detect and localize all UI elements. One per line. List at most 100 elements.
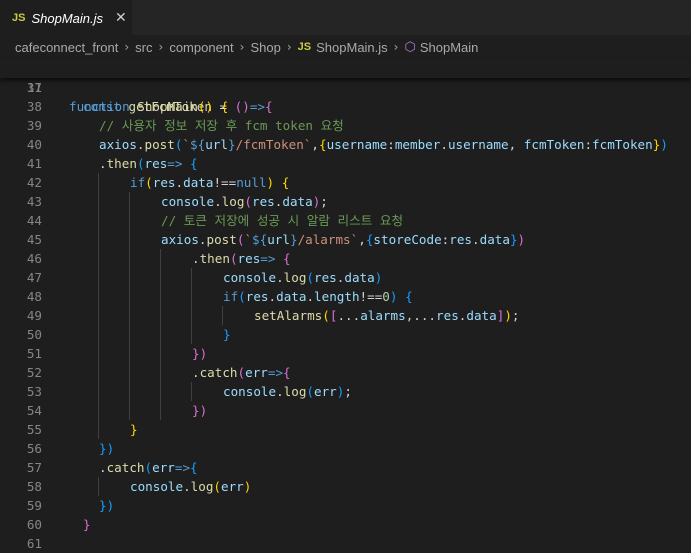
code-token: if (223, 289, 239, 304)
line-number: 42 (26, 175, 42, 190)
code-token: console (223, 384, 277, 399)
code-token: catch (106, 460, 145, 475)
code-token: storeCode (373, 232, 442, 247)
code-token: { (190, 460, 198, 475)
code-token: ( (237, 365, 246, 380)
code-line: 61 (0, 534, 691, 553)
code-text: .then(res=> { (192, 249, 291, 268)
code-token: err (152, 460, 175, 475)
tab-shopmain-js[interactable]: JS ShopMain.js ✕ (0, 0, 132, 35)
line-number: 60 (26, 517, 42, 532)
code-token: . (198, 232, 207, 247)
sticky-line: 11 function ShopMain() { (0, 59, 691, 114)
code-token: data (479, 232, 510, 247)
code-token: post (144, 137, 175, 152)
indent-guide (98, 306, 99, 325)
code-line: 46 .then(res=> { (0, 249, 691, 268)
indent-guide (98, 401, 99, 420)
code-token: data (344, 270, 375, 285)
code-line: 42 if(res.data!==null) { (0, 173, 691, 192)
code-token: ${ (190, 137, 206, 152)
code-token: { (190, 156, 198, 171)
code-line: 43 console.log(res.data); (0, 192, 691, 211)
code-editor[interactable]: 37 38 const getFcmToken = ()=>{39// 사용자 정보… (0, 78, 691, 553)
breadcrumb-item-project[interactable]: cafeconnect_front (15, 40, 118, 55)
line-number: 58 (26, 479, 42, 494)
line-number: 41 (26, 156, 42, 171)
breadcrumb-item-symbol[interactable]: ShopMain (420, 40, 479, 55)
code-token: ,... (405, 308, 437, 323)
line-number: 52 (26, 365, 42, 380)
chevron-right-icon: › (158, 40, 164, 54)
code-token: . (192, 365, 200, 380)
code-token: username (447, 137, 509, 152)
line-number: 53 (26, 384, 42, 399)
indent-guide (98, 344, 99, 363)
code-token: . (440, 137, 448, 152)
code-token: ` (182, 137, 191, 152)
breadcrumb-item-shop[interactable]: Shop (250, 40, 280, 55)
code-token: fcmToken (592, 137, 653, 152)
code-token: () (234, 99, 250, 114)
line-number: 40 (26, 137, 42, 152)
code-line: 47 console.log(res.data) (0, 268, 691, 287)
code-token: { (283, 365, 291, 380)
indent-guide (98, 173, 99, 192)
close-icon[interactable]: ✕ (115, 10, 127, 26)
line-number: 50 (26, 327, 42, 342)
code-token: { (265, 99, 273, 114)
code-token: } (223, 327, 231, 342)
breadcrumb: cafeconnect_front › src › component › Sh… (0, 35, 691, 59)
code-line: 54}) (0, 401, 691, 420)
indent-guide (160, 325, 161, 344)
sticky-code-text: function ShopMain() { (69, 97, 228, 116)
sticky-scroll-header[interactable]: 11 function ShopMain() { (0, 59, 691, 114)
code-line: 41 .then(res=> { (0, 154, 691, 173)
indent-guide (160, 306, 161, 325)
code-token: ( (213, 479, 222, 494)
code-token: ; (320, 194, 328, 209)
indent-guide (160, 401, 161, 420)
line-number: 46 (26, 251, 42, 266)
indent-guide (129, 249, 130, 268)
breadcrumb-item-src[interactable]: src (135, 40, 152, 55)
code-token: ShopMain (137, 99, 198, 114)
code-token: ) (243, 479, 252, 494)
code-line: 55} (0, 420, 691, 439)
code-token: ) (504, 308, 512, 323)
indent-guide (191, 268, 192, 287)
code-token: : (584, 137, 593, 152)
code-token: . (99, 156, 107, 171)
code-token: => (267, 365, 284, 380)
code-token: console (130, 479, 184, 494)
code-text: if(res.data!==null) { (130, 173, 289, 192)
code-token: ) (517, 232, 526, 247)
breadcrumb-item-file[interactable]: ShopMain.js (316, 40, 388, 55)
code-line: 40 axios.post(`${url}/fcmToken`,{username… (0, 135, 691, 154)
code-token: catch (199, 365, 238, 380)
code-token: { (283, 251, 291, 266)
code-token: ( (306, 384, 315, 399)
indent-guide (98, 268, 99, 287)
code-token: () (197, 99, 214, 114)
code-line: 53 console.log(err); (0, 382, 691, 401)
line-number: 49 (26, 308, 42, 323)
editor-tab-bar: JS ShopMain.js ✕ (0, 0, 691, 35)
indent-guide (129, 287, 130, 306)
line-number: 56 (26, 441, 42, 456)
code-token: => (260, 251, 276, 266)
indent-guide (98, 230, 99, 249)
code-text: axios.post(`${url}/fcmToken`,{username:m… (99, 135, 668, 154)
indent-guide (129, 382, 130, 401)
code-token: !== (359, 289, 383, 304)
code-token: res (245, 289, 269, 304)
code-line: 49 setAlarms([...alarms,...res.data]); (0, 306, 691, 325)
code-text: } (130, 420, 138, 439)
code-token: . (192, 251, 200, 266)
breadcrumb-item-component[interactable]: component (169, 40, 233, 55)
code-token: err (314, 384, 337, 399)
line-number: 47 (26, 270, 42, 285)
code-token: ( (229, 251, 238, 266)
